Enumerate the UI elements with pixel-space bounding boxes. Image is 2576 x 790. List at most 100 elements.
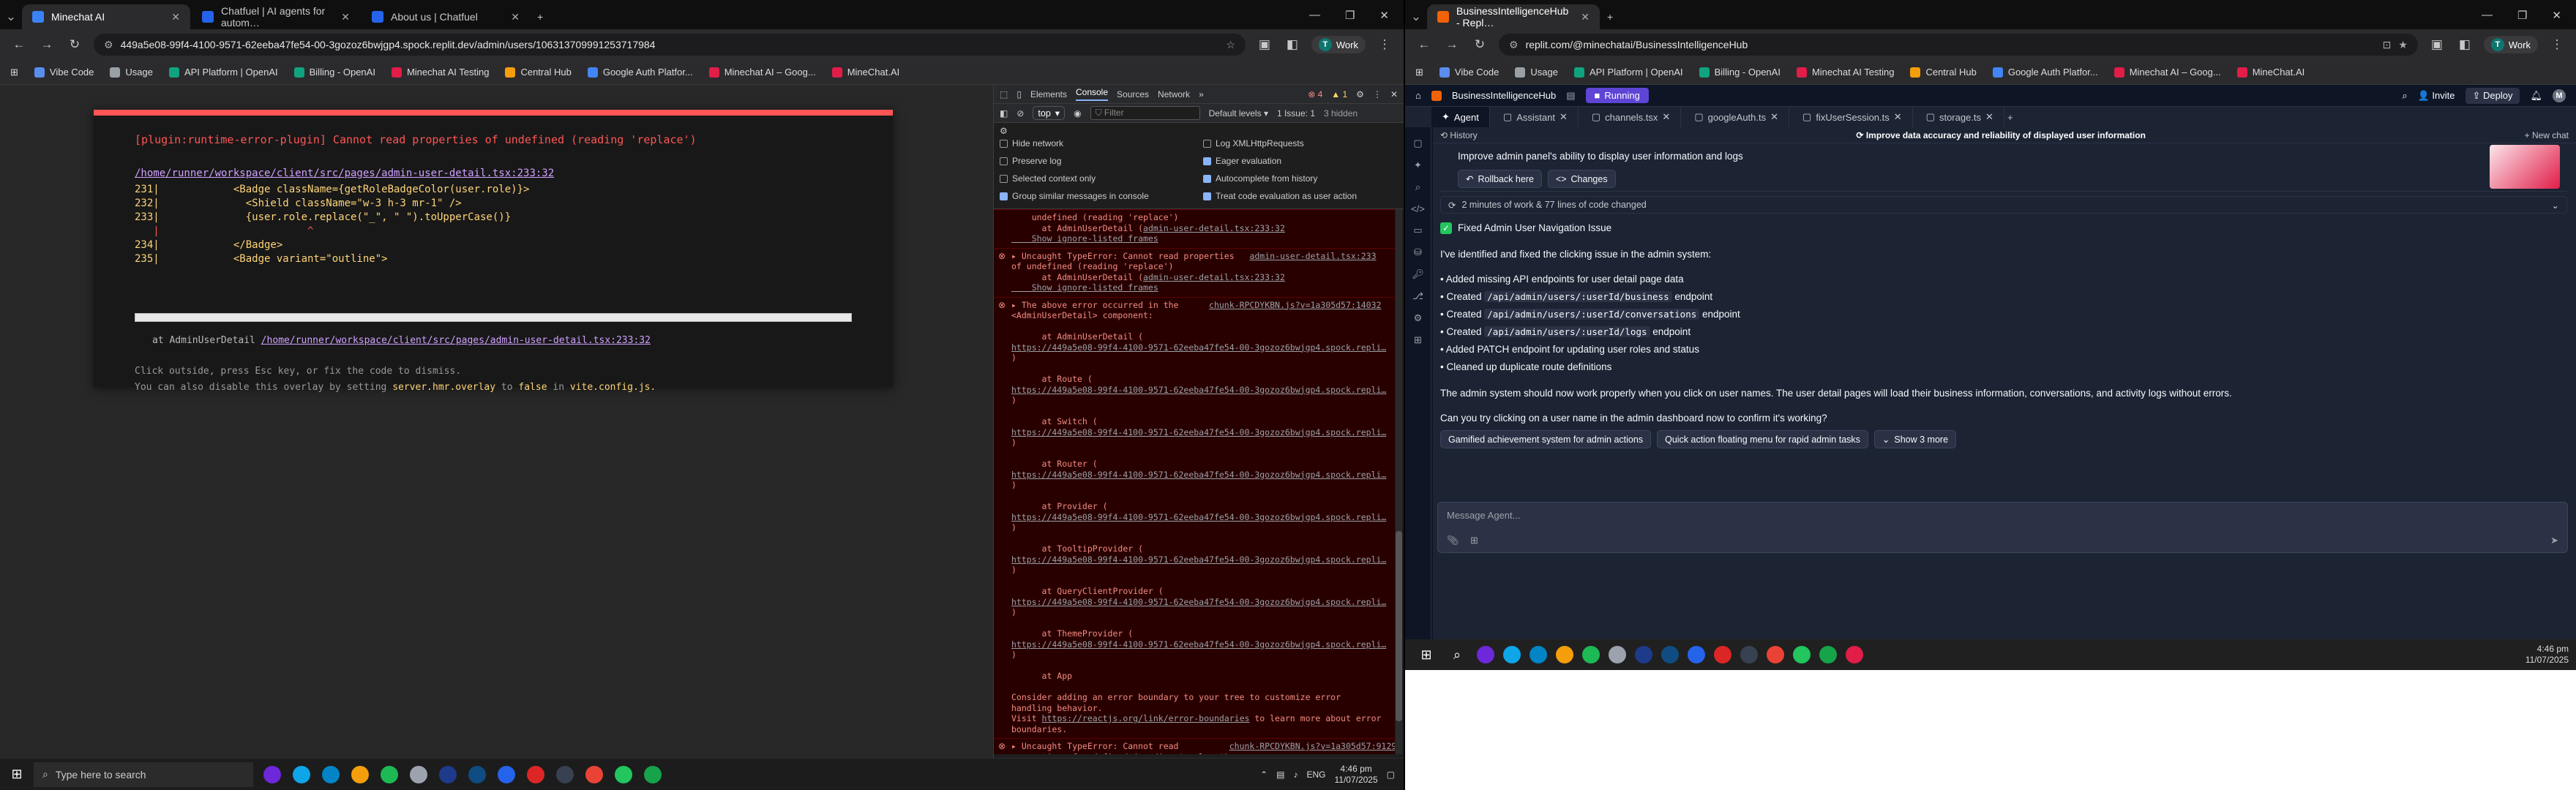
taskbar-app-icon[interactable] — [1609, 646, 1626, 663]
taskbar-app-icon[interactable] — [468, 765, 486, 783]
url-bar[interactable]: ⚙ 449a5e08-99f4-4100-9571-62eeba47fe54-0… — [94, 34, 1246, 56]
bookmark-item[interactable]: Google Auth Platfor... — [1992, 67, 2098, 78]
stack-url-link[interactable]: https://449a5e08-99f4-4100-9571-62eeba47… — [1011, 554, 1389, 565]
minimize-icon[interactable]: — — [1309, 9, 1320, 22]
code-icon[interactable]: </> — [1405, 203, 1431, 214]
extensions-icon[interactable]: ▣ — [2428, 37, 2446, 52]
close-tab-icon[interactable]: ✕ — [1985, 111, 1993, 123]
home-icon[interactable]: ⌂ — [1415, 90, 1421, 101]
layout-icon[interactable]: ▤ — [1566, 90, 1575, 102]
taskbar-app-icon[interactable] — [1714, 646, 1731, 663]
user-avatar[interactable]: M — [2553, 89, 2566, 102]
checkbox[interactable] — [1000, 139, 1008, 148]
checkbox[interactable] — [1000, 157, 1008, 165]
search-icon[interactable]: ⌕ — [1446, 644, 1468, 666]
error-count-badge[interactable]: ⊗ 4 — [1308, 89, 1322, 99]
menu-icon[interactable]: ⋮ — [2548, 37, 2566, 52]
sidebar-toggle-icon[interactable]: ◧ — [1000, 108, 1008, 118]
checkbox[interactable] — [1000, 192, 1008, 200]
console-setting[interactable]: Selected context only — [1000, 170, 1197, 187]
bookmark-item[interactable]: MineChat.AI — [2236, 67, 2304, 78]
context-select[interactable]: top ▾ — [1033, 106, 1066, 120]
packages-icon[interactable]: ⚙ — [1405, 312, 1431, 324]
new-chat-button[interactable]: + New chat — [2525, 130, 2569, 140]
site-info-icon[interactable]: ⚙ — [1509, 39, 1519, 51]
bookmark-item[interactable]: Billing - OpenAI — [293, 67, 375, 78]
taskbar-app-icon[interactable] — [410, 765, 427, 783]
tab-console[interactable]: Console — [1075, 87, 1109, 101]
taskbar-app-icon[interactable] — [1661, 646, 1679, 663]
forward-icon[interactable]: → — [1443, 37, 1461, 52]
taskbar-app-icon[interactable] — [1556, 646, 1573, 663]
menu-icon[interactable]: ⋮ — [1376, 37, 1393, 52]
checkbox[interactable] — [1203, 139, 1211, 148]
bookmark-item[interactable]: API Platform | OpenAI — [168, 67, 278, 78]
tab-sources[interactable]: Sources — [1117, 89, 1149, 99]
extensions-icon[interactable]: ▣ — [1256, 37, 1273, 52]
start-icon[interactable]: ⊞ — [6, 764, 28, 786]
bookmark-item[interactable]: Usage — [110, 67, 153, 78]
console-setting[interactable]: Log XMLHttpRequests — [1203, 135, 1401, 152]
bookmark-item[interactable]: API Platform | OpenAI — [1573, 67, 1683, 78]
checkbox[interactable] — [1000, 174, 1008, 183]
apps-icon[interactable]: ⊞ — [10, 67, 18, 78]
close-window-icon[interactable]: ✕ — [2552, 9, 2561, 22]
error-boundary-link[interactable]: https://reactjs.org/link/error-boundarie… — [1042, 713, 1250, 723]
rollback-button[interactable]: ↶ Rollback here — [1458, 170, 1542, 188]
suggestion-button[interactable]: Gamified achievement system for admin ac… — [1440, 430, 1652, 448]
warning-count-badge[interactable]: ▲ 1 — [1331, 89, 1347, 99]
bookmark-item[interactable]: MineChat.AI — [831, 67, 899, 78]
console-setting[interactable]: Autocomplete from history — [1203, 170, 1401, 187]
send-icon[interactable]: ➤ — [2550, 535, 2558, 546]
taskbar-app-icon[interactable] — [1530, 646, 1547, 663]
log-levels-select[interactable]: Default levels ▾ — [1209, 108, 1268, 118]
taskbar-app-icon[interactable] — [644, 765, 662, 783]
taskbar-app-icon[interactable] — [439, 765, 457, 783]
taskbar-app-icon[interactable] — [351, 765, 369, 783]
devtools-menu-icon[interactable]: ⋮ — [1373, 89, 1382, 99]
close-window-icon[interactable]: ✕ — [1379, 9, 1389, 22]
bookmark-item[interactable]: Vibe Code — [1439, 67, 1499, 78]
taskbar-app-icon[interactable] — [615, 765, 632, 783]
taskbar-app-icon[interactable] — [1503, 646, 1521, 663]
tab-network[interactable]: Network — [1158, 89, 1190, 99]
workspace-tab[interactable]: ▢ fixUserSession.ts ✕ — [1792, 107, 1913, 127]
taskbar-app-icon[interactable] — [556, 765, 574, 783]
project-name[interactable]: BusinessIntelligenceHub — [1452, 90, 1556, 101]
profile-button[interactable]: T Work — [1311, 36, 1366, 53]
inspect-icon[interactable]: ⬚ — [1000, 89, 1008, 99]
source-link[interactable]: admin-user-detail.tsx:233:32 — [1143, 272, 1285, 282]
error-overlay[interactable]: [plugin:runtime-error-plugin] Cannot rea… — [94, 110, 893, 393]
checkbox[interactable] — [1203, 174, 1211, 183]
search-files-icon[interactable]: ⌕ — [1405, 181, 1431, 193]
bookmark-item[interactable]: Central Hub — [1910, 67, 1977, 78]
stack-url-link[interactable]: https://449a5e08-99f4-4100-9571-62eeba47… — [1011, 597, 1389, 608]
site-info-icon[interactable]: ⚙ — [104, 39, 113, 51]
invite-button[interactable]: 👤 Invite — [2418, 90, 2455, 102]
database-icon[interactable]: ⛁ — [1405, 247, 1431, 258]
browser-tab[interactable]: Chatfuel | AI agents for autom… ✕ — [192, 4, 360, 29]
tab-search-icon[interactable]: ⌄ — [1405, 4, 1427, 29]
clock[interactable]: 4:46 pm 11/07/2025 — [1334, 764, 1377, 786]
work-summary-row[interactable]: ⟳ 2 minutes of work & 77 lines of code ch… — [1440, 196, 2567, 214]
taskbar-app-icon[interactable] — [1740, 646, 1758, 663]
stack-url-link[interactable]: https://449a5e08-99f4-4100-9571-62eeba47… — [1011, 639, 1389, 650]
bookmark-item[interactable]: Minechat AI Testing — [391, 67, 489, 78]
bookmark-star-icon[interactable]: ☆ — [1226, 39, 1235, 51]
workspace-tab[interactable]: ▢ googleAuth.ts ✕ — [1684, 107, 1790, 127]
secrets-icon[interactable]: 🔑︎ — [1405, 268, 1431, 280]
close-tab-icon[interactable]: ✕ — [1894, 111, 1902, 123]
source-link[interactable]: chunk-RPCDYKBN.js?v=1a305d57:14032 — [1209, 300, 1381, 310]
checkbox[interactable] — [1203, 157, 1211, 165]
new-tab-button[interactable]: + — [531, 4, 553, 29]
taskbar-app-icon[interactable] — [527, 765, 544, 783]
tray-chevron-icon[interactable]: ⌃ — [1260, 770, 1268, 780]
sidebar-icon[interactable]: ◧ — [1284, 37, 1301, 52]
bookmark-item[interactable]: Central Hub — [505, 67, 572, 78]
taskbar-app-icon[interactable] — [322, 765, 340, 783]
notifications-icon[interactable]: ▢ — [1387, 770, 1395, 780]
back-icon[interactable]: ← — [1415, 37, 1433, 52]
minimize-icon[interactable]: — — [2482, 9, 2493, 22]
taskbar-app-icon[interactable] — [1582, 646, 1600, 663]
back-icon[interactable]: ← — [10, 37, 28, 52]
